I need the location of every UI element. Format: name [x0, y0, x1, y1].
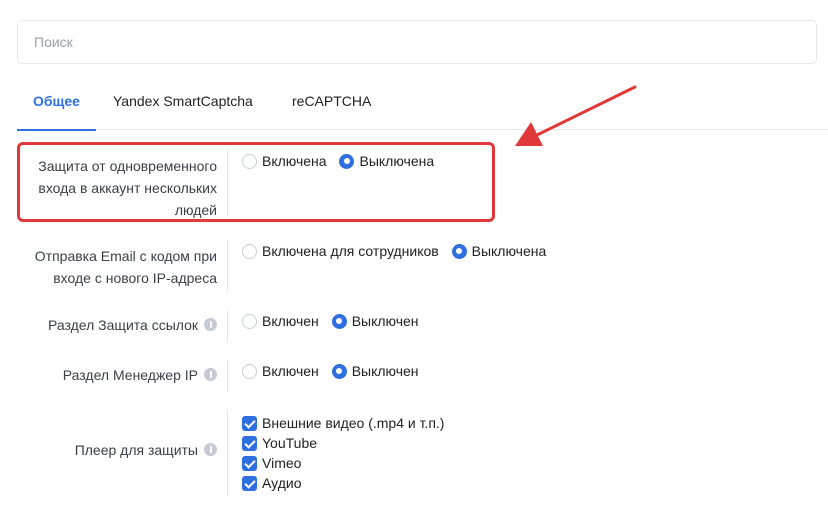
checkbox-youtube[interactable]: YouTube [242, 433, 444, 453]
search-box [17, 20, 817, 64]
radio-option-disabled[interactable]: Выключена [451, 243, 547, 259]
checkbox-checked-icon [242, 435, 257, 451]
checkbox-checked-icon [242, 455, 257, 471]
radio-checked-icon [331, 363, 347, 379]
radio-option-enabled-staff[interactable]: Включена для сотрудников [242, 243, 439, 259]
checkbox-label: YouTube [262, 435, 318, 451]
radio-checked-icon [331, 313, 347, 329]
setting-label: Защита от одновременного входа в аккаунт… [38, 155, 217, 221]
radio-label: Выключен [351, 363, 419, 379]
radio-group: Включена Выключена [242, 153, 443, 172]
radio-unchecked-icon [242, 313, 257, 329]
radio-option-disabled[interactable]: Выключен [331, 363, 419, 379]
setting-label-line: Отправка Email с кодом при [34, 248, 217, 264]
setting-label: Отправка Email с кодом при входе с новог… [35, 245, 217, 289]
radio-label: Включен [262, 363, 319, 379]
checkbox-label: Vimeo [262, 455, 302, 471]
tab-recaptcha[interactable]: reCAPTCHA [292, 78, 371, 130]
radio-checked-icon [339, 153, 355, 169]
setting-label-line: входе с нового IP-адреса [53, 270, 217, 286]
setting-label-line: входа в аккаунт нескольких [38, 180, 217, 196]
radio-option-enabled[interactable]: Включен [242, 313, 319, 329]
info-icon[interactable] [204, 368, 217, 381]
radio-label: Выключен [351, 313, 419, 329]
checkbox-checked-icon [242, 475, 257, 491]
checkbox-label: Внешние видео (.mp4 и т.п.) [262, 415, 445, 431]
divider [227, 240, 228, 292]
radio-unchecked-icon [242, 243, 257, 259]
radio-unchecked-icon [242, 363, 257, 379]
setting-label-line: Раздел Защита ссылок [48, 317, 198, 333]
radio-group: Включен Выключен [242, 363, 428, 382]
radio-label: Включена для сотрудников [262, 243, 439, 259]
setting-label-line: Раздел Менеджер IP [62, 367, 198, 383]
next-row-partial [227, 512, 427, 516]
radio-option-enabled[interactable]: Включен [242, 363, 319, 379]
setting-label-line: людей [174, 202, 217, 218]
tab-bar: Общее Yandex SmartCaptcha reCAPTCHA [17, 78, 828, 131]
divider [227, 360, 228, 392]
setting-label-line: Плеер для защиты [74, 442, 198, 458]
setting-label: Плеер для защиты [75, 440, 217, 461]
radio-label: Включен [262, 313, 319, 329]
divider [227, 410, 228, 496]
radio-label: Включена [262, 153, 327, 169]
radio-label: Выключена [471, 243, 547, 259]
radio-option-disabled[interactable]: Выключена [339, 153, 434, 169]
setting-label: Раздел Менеджер IP [63, 365, 217, 386]
checkbox-vimeo[interactable]: Vimeo [242, 453, 444, 473]
checkbox-external-video[interactable]: Внешние видео (.mp4 и т.п.) [242, 413, 444, 433]
radio-group: Включена для сотрудников Выключена [242, 243, 555, 262]
radio-option-disabled[interactable]: Выключен [331, 313, 419, 329]
checkbox-label: Аудио [262, 475, 302, 491]
checkbox-audio[interactable]: Аудио [242, 473, 444, 493]
tab-general[interactable]: Общее [17, 78, 96, 131]
info-icon[interactable] [204, 318, 217, 331]
search-input[interactable] [18, 21, 816, 63]
radio-unchecked-icon [242, 153, 257, 169]
radio-label: Выключена [359, 153, 435, 169]
radio-checked-icon [451, 243, 467, 259]
info-icon[interactable] [204, 443, 217, 456]
radio-option-enabled[interactable]: Включена [242, 153, 327, 169]
setting-label-line: Защита от одновременного [38, 158, 217, 174]
checkbox-group: Внешние видео (.mp4 и т.п.) YouTube Vime… [242, 413, 444, 493]
divider [227, 150, 228, 216]
checkbox-checked-icon [242, 415, 257, 431]
divider [227, 310, 228, 342]
setting-label: Раздел Защита ссылок [48, 315, 217, 336]
radio-group: Включен Выключен [242, 313, 428, 332]
tab-yandex-smartcaptcha[interactable]: Yandex SmartCaptcha [113, 78, 253, 130]
